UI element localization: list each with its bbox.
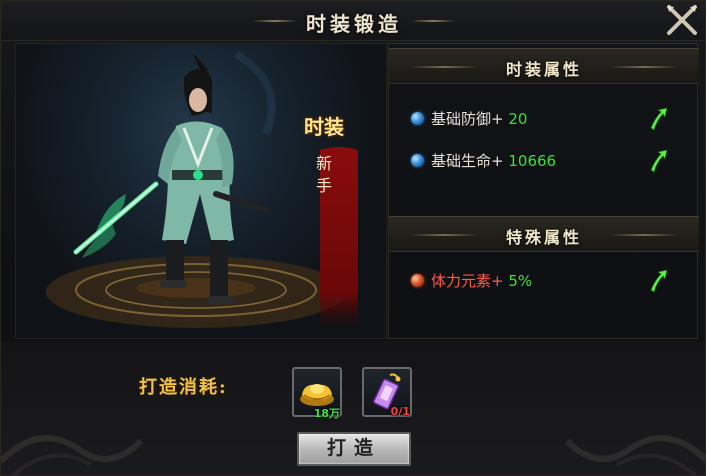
close-icon[interactable] <box>665 3 699 37</box>
forge-cost-label: 打造消耗: <box>139 377 228 398</box>
window-title: 时装锻造 <box>306 12 402 36</box>
upgrade-arrow-icon <box>650 107 668 131</box>
attr-label: 基础生命+ 10666 <box>431 150 556 171</box>
red-orb-icon <box>411 274 424 287</box>
title-bar: 时装锻造 <box>1 1 705 41</box>
attr-value: 10666 <box>508 152 557 170</box>
attr-label: 体力元素+ 5% <box>431 270 532 291</box>
fashion-attr-title: 时装属性 <box>505 60 582 79</box>
upgrade-arrow-icon <box>650 149 668 173</box>
special-attr-header: 特殊属性 <box>389 216 699 252</box>
attr-name: 基础防御+ <box>431 110 504 128</box>
attr-value: 5% <box>508 272 533 290</box>
close-button[interactable] <box>665 3 699 37</box>
attr-label: 基础防御+ 20 <box>431 108 527 129</box>
cost-count-scroll: 0/1 <box>390 405 410 418</box>
attr-row-defense: 基础防御+ 20 <box>411 107 681 131</box>
fashion-forge-window: 时装锻造 时装 新手 时装属性 基础防御+ 20 基础生命+ 10666 特殊属… <box>0 0 706 476</box>
special-attr-title: 特殊属性 <box>505 228 582 247</box>
cost-count-gold: 18万 <box>313 407 340 420</box>
blue-orb-icon <box>411 112 424 125</box>
forge-button[interactable]: 打造 <box>297 432 411 466</box>
attr-row-hp: 基础生命+ 10666 <box>411 149 681 173</box>
attr-name: 体力元素+ <box>431 272 504 290</box>
attr-row-stamina-element: 体力元素+ 5% <box>411 269 681 293</box>
banner-subtitle: 新手 <box>315 154 332 195</box>
cloud-ornament-right <box>564 435 705 475</box>
cloud-ornament-left <box>1 435 144 475</box>
blue-orb-icon <box>411 154 424 167</box>
fashion-attr-header: 时装属性 <box>389 48 699 84</box>
banner-title: 时装 <box>304 115 344 139</box>
attribute-panel: 时装属性 基础防御+ 20 基础生命+ 10666 特殊属性 体力元素+ 5% <box>388 43 699 339</box>
attr-value: 20 <box>508 110 528 128</box>
attr-name: 基础生命+ <box>431 152 504 170</box>
upgrade-arrow-icon <box>650 269 668 293</box>
